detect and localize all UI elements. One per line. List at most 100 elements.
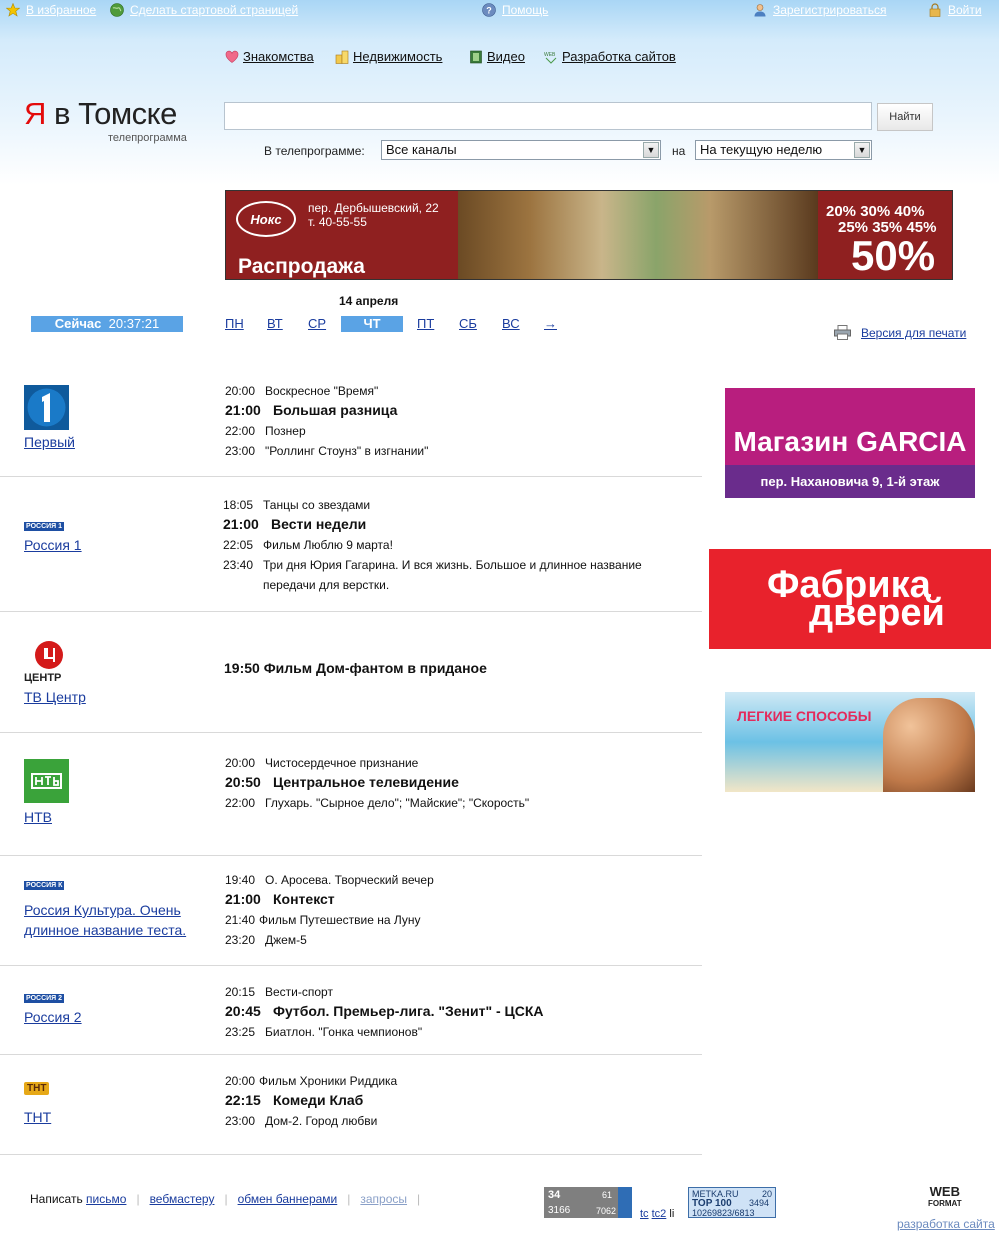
channel-name-tnt[interactable]: ТНТ bbox=[24, 1109, 51, 1125]
russia2-logo-icon[interactable]: РОССИЯ 2 bbox=[24, 994, 65, 1003]
search-input[interactable] bbox=[224, 102, 872, 130]
channel-name-russia2[interactable]: Россия 2 bbox=[24, 1009, 82, 1025]
tvc-circle-icon bbox=[35, 641, 63, 669]
program-item[interactable]: 20:15 Вести-спорт bbox=[225, 985, 333, 999]
webformat-logo[interactable]: WEB FORMAT bbox=[928, 1185, 962, 1210]
favorites-link[interactable]: В избранное bbox=[6, 3, 96, 17]
program-title: Танцы со звездами bbox=[263, 498, 371, 512]
tab-mon[interactable]: ПН bbox=[225, 316, 244, 332]
register-label[interactable]: Зарегистрироваться bbox=[773, 3, 886, 17]
footer-banners-link[interactable]: обмен баннерами bbox=[238, 1192, 338, 1206]
metka-counter[interactable]: METKA.RU 20 TOP 100 3494 10269823/6813 bbox=[688, 1187, 776, 1218]
site-logo[interactable]: Я в Томске bbox=[24, 96, 177, 132]
tab-wed[interactable]: СР bbox=[308, 316, 326, 332]
channel-name-russia1[interactable]: Россия 1 bbox=[24, 537, 82, 553]
garcia-banner[interactable]: Магазин GARCIA пер. Нахановича 9, 1-й эт… bbox=[725, 388, 975, 498]
print-version-label[interactable]: Версия для печати bbox=[861, 326, 966, 340]
homepage-label[interactable]: Сделать стартовой страницей bbox=[130, 3, 298, 17]
program-item[interactable]: 22:00 Познер bbox=[225, 424, 306, 438]
program-item[interactable]: 23:40 Три дня Юрия Гагарина. И вся жизнь.… bbox=[223, 558, 642, 572]
program-item[interactable]: 21:40 Фильм Путешествие на Луну bbox=[225, 913, 420, 927]
program-item[interactable]: 22:05 Фильм Люблю 9 марта! bbox=[223, 538, 393, 552]
program-item-current[interactable]: 21:00 Вести недели bbox=[223, 516, 366, 532]
tab-fri[interactable]: ПТ bbox=[417, 316, 434, 332]
channel-name-ntv[interactable]: НТВ bbox=[24, 809, 52, 825]
help-link[interactable]: ? Помощь bbox=[482, 3, 548, 17]
logo-subtitle: телепрограмма bbox=[108, 132, 187, 144]
program-item-current[interactable]: 19:50 Фильм Дом-фантом в приданое bbox=[224, 660, 487, 676]
footer-webmaster-link[interactable]: вебмастеру bbox=[150, 1192, 215, 1206]
program-item[interactable]: 23:20 Джем-5 bbox=[225, 933, 307, 947]
period-select[interactable]: На текущую неделю ▼ bbox=[695, 140, 872, 160]
service-realty[interactable]: Недвижимость bbox=[335, 49, 442, 64]
program-item-current[interactable]: 21:00 Большая разница bbox=[225, 402, 397, 418]
favorites-label[interactable]: В избранное bbox=[26, 3, 96, 17]
chevron-down-icon[interactable]: ▼ bbox=[643, 142, 659, 158]
channel-name-kultura[interactable]: Россия Культура. Очень длинное название т… bbox=[24, 900, 186, 940]
program-title: Центральное телевидение bbox=[273, 774, 459, 790]
tab-sat[interactable]: СБ bbox=[459, 316, 477, 332]
program-time: 22:00 bbox=[225, 796, 256, 810]
tc-link[interactable]: tc bbox=[640, 1208, 649, 1220]
logo-ya: Я bbox=[24, 96, 46, 131]
search-button[interactable]: Найти bbox=[877, 103, 933, 131]
service-video-label[interactable]: Видео bbox=[487, 49, 525, 64]
tc2-link[interactable]: tc2 bbox=[652, 1208, 667, 1220]
tab-next-week[interactable]: → bbox=[544, 316, 557, 332]
program-title-continued: передачи для верстки. bbox=[263, 578, 390, 592]
program-title: Футбол. Премьер-лига. "Зенит" - ЦСКА bbox=[273, 1003, 544, 1019]
channel-row-kultura: РОССИЯ К Россия Культура. Очень длинное н… bbox=[0, 856, 702, 966]
russia1-logo-icon[interactable]: РОССИЯ 1 bbox=[24, 522, 65, 531]
doors-banner[interactable]: Фабрика дверей bbox=[709, 549, 991, 649]
program-item-current[interactable]: 21:00 Контекст bbox=[225, 891, 335, 907]
chevron-down-icon[interactable]: ▼ bbox=[854, 142, 870, 158]
program-item[interactable]: 20:00 Чистосердечное признание bbox=[225, 756, 418, 770]
service-realty-label[interactable]: Недвижимость bbox=[353, 49, 442, 64]
program-item[interactable]: 19:40 О. Аросева. Творческий вечер bbox=[225, 873, 434, 887]
program-item[interactable]: 22:00 Глухарь. "Сырное дело"; "Майские"; … bbox=[225, 796, 529, 810]
print-version-link[interactable]: Версия для печати bbox=[834, 325, 966, 340]
service-webdev-label[interactable]: Разработка сайтов bbox=[562, 49, 676, 64]
program-item[interactable]: 20:00 Фильм Хроники Риддика bbox=[225, 1074, 397, 1088]
buildings-icon bbox=[335, 50, 349, 64]
ntv-logo-icon[interactable] bbox=[24, 759, 69, 803]
login-link[interactable]: Войти bbox=[928, 3, 982, 17]
program-title: Чистосердечное признание bbox=[265, 756, 419, 770]
login-label[interactable]: Войти bbox=[948, 3, 982, 17]
program-item[interactable]: 20:00 Воскресное "Время" bbox=[225, 384, 378, 398]
channel-name-tvc[interactable]: ТВ Центр bbox=[24, 689, 86, 705]
footer-requests-link[interactable]: запросы bbox=[360, 1192, 407, 1206]
service-dating-label[interactable]: Знакомства bbox=[243, 49, 314, 64]
program-item[interactable]: 23:25 Биатлон. "Гонка чемпионов" bbox=[225, 1025, 422, 1039]
program-item-current[interactable]: 20:45 Футбол. Премьер-лига. "Зенит" - ЦСК… bbox=[225, 1003, 544, 1019]
tab-tue[interactable]: ВТ bbox=[267, 316, 283, 332]
svg-text:WEB: WEB bbox=[544, 52, 556, 58]
register-link[interactable]: Зарегистрироваться bbox=[753, 3, 886, 17]
help-label[interactable]: Помощь bbox=[502, 3, 548, 17]
footer-letter-link[interactable]: письмо bbox=[86, 1192, 126, 1206]
beach-banner[interactable]: ЛЕГКИЕ СПОСОБЫ bbox=[725, 692, 975, 792]
tab-sun[interactable]: ВС bbox=[502, 316, 520, 332]
program-item[interactable]: 23:00 "Роллинг Стоунз" в изгнании" bbox=[225, 444, 428, 458]
kultura-logo-icon[interactable]: РОССИЯ К bbox=[24, 881, 65, 890]
program-item-current[interactable]: 22:15 Комеди Клаб bbox=[225, 1092, 363, 1108]
furniture-banner[interactable]: Нокс пер. Дербышевский, 22 т. 40-55-55 Р… bbox=[225, 190, 953, 280]
channel-select[interactable]: Все каналы ▼ bbox=[381, 140, 661, 160]
tnt-logo-icon[interactable]: ТНТ bbox=[24, 1082, 50, 1095]
service-webdev[interactable]: WEB Разработка сайтов bbox=[544, 49, 676, 64]
channel-name-perviy[interactable]: Первый bbox=[24, 434, 75, 450]
program-item[interactable]: 18:05 Танцы со звездами bbox=[223, 498, 370, 512]
program-item[interactable]: 23:00 Дом-2. Город любви bbox=[225, 1114, 377, 1128]
service-dating[interactable]: Знакомства bbox=[225, 49, 314, 64]
russia2-logo-text: РОССИЯ 2 bbox=[24, 994, 65, 1003]
tvc-logo-icon[interactable]: ЦЕНТР bbox=[24, 640, 74, 686]
tab-thu[interactable]: ЧТ bbox=[341, 316, 403, 332]
program-item-current[interactable]: 20:50 Центральное телевидение bbox=[225, 774, 459, 790]
perviy-logo-icon[interactable] bbox=[24, 385, 69, 430]
site-development-link[interactable]: разработка сайта bbox=[897, 1217, 995, 1231]
stats-counter[interactable]: 34 61 3166 7062 bbox=[544, 1187, 632, 1218]
lock-icon bbox=[929, 3, 941, 17]
program-time: 23:20 bbox=[225, 933, 256, 947]
homepage-link[interactable]: Сделать стартовой страницей bbox=[110, 3, 298, 17]
service-video[interactable]: Видео bbox=[469, 49, 525, 64]
